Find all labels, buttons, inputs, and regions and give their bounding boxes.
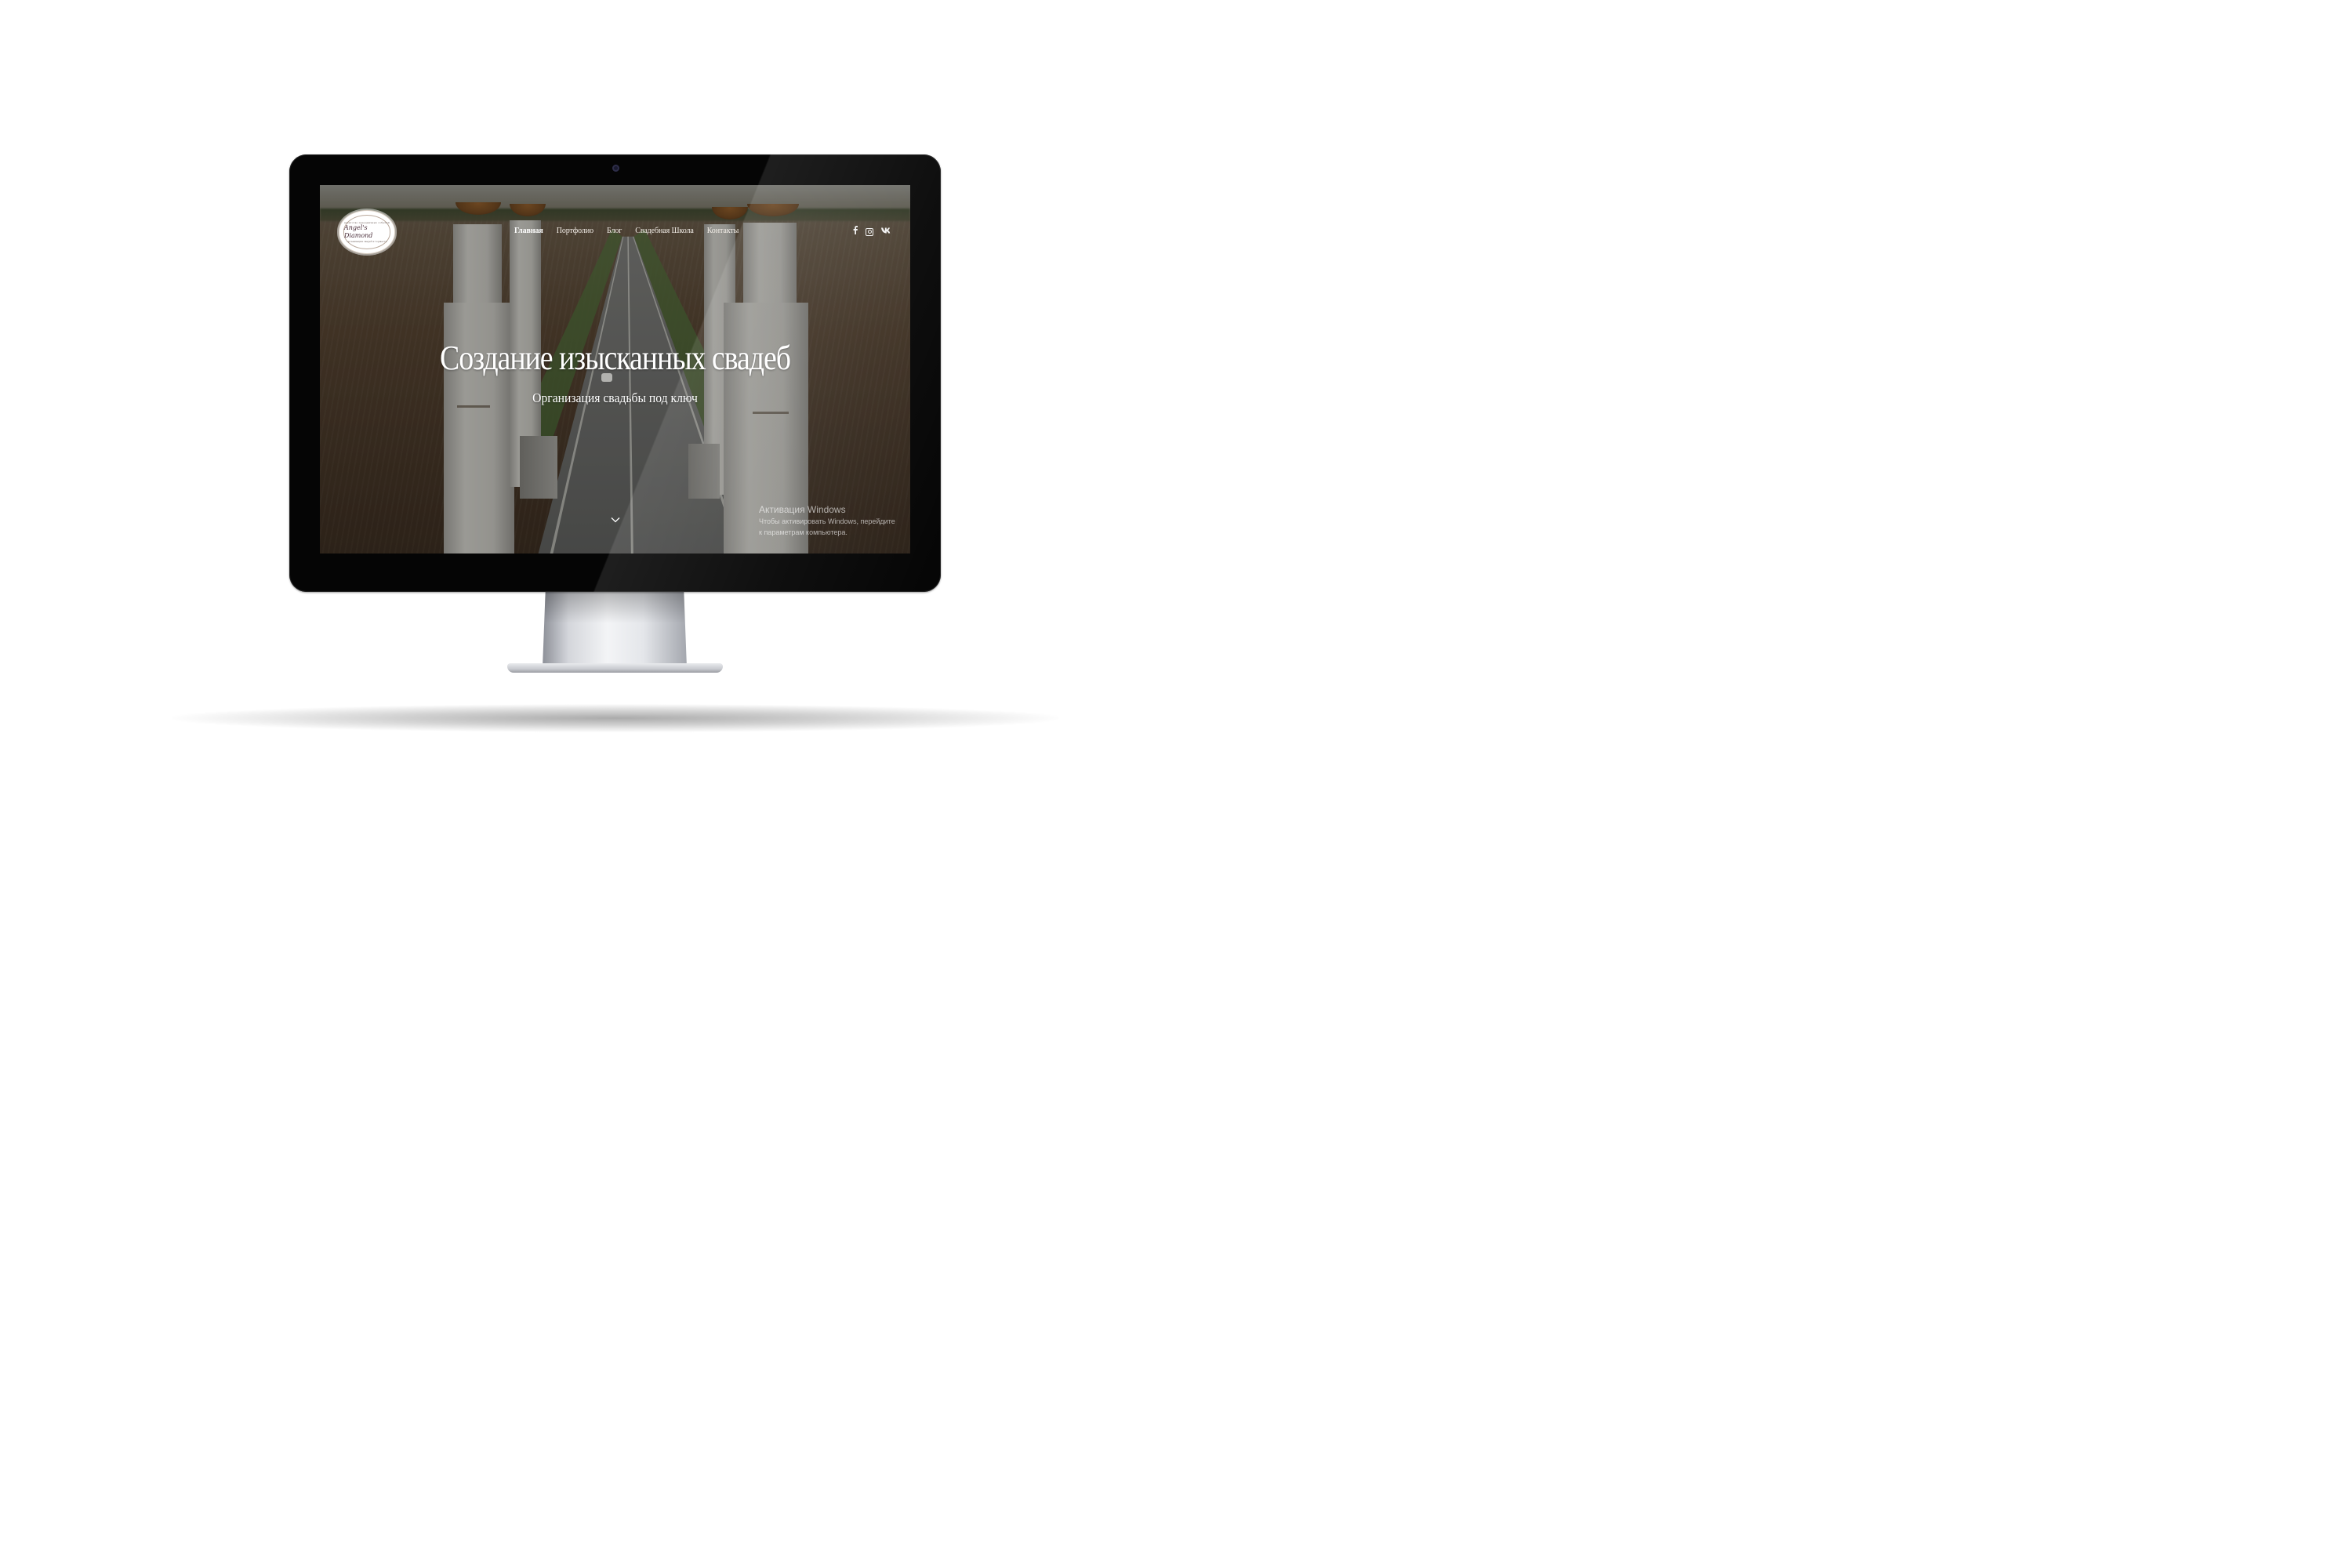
monitor-screen: агентство праздничных событий Angel's Di… [320, 185, 910, 554]
hero-subtitle: Организация свадьбы под ключ [532, 390, 698, 405]
nav-item-blog[interactable]: Блог [607, 227, 622, 235]
webcam-icon [612, 165, 619, 172]
vk-icon[interactable] [881, 227, 891, 237]
logo-frame: агентство праздничных событий Angel's Di… [343, 215, 390, 249]
monitor-stand [543, 592, 687, 667]
logo-bottom-text: организация свадеб и торжеств [347, 240, 387, 243]
site-logo[interactable]: агентство праздничных событий Angel's Di… [339, 210, 395, 254]
nav-item-portfolio[interactable]: Портфолио [557, 227, 593, 235]
main-nav: Главная Портфолио Блог Свадебная Школа К… [514, 227, 739, 235]
hero-title: Создание изысканных свадеб [440, 339, 791, 377]
nav-item-home[interactable]: Главная [514, 227, 543, 235]
windows-activation-text: Чтобы активировать Windows, перейдите к … [759, 517, 895, 536]
floor-shadow [172, 704, 1058, 732]
monitor-stand-base [507, 663, 723, 673]
nav-item-wedding-school[interactable]: Свадебная Школа [635, 227, 694, 235]
instagram-icon[interactable] [866, 227, 873, 236]
windows-activation-title: Активация Windows [759, 504, 846, 515]
facebook-icon[interactable] [853, 226, 858, 238]
nav-item-contacts[interactable]: Контакты [707, 227, 739, 235]
windows-activation-watermark: Активация Windows Чтобы активировать Win… [759, 504, 896, 538]
social-links [853, 226, 891, 238]
chevron-down-icon[interactable] [611, 513, 620, 523]
logo-name: Angel's Diamond [344, 224, 373, 239]
